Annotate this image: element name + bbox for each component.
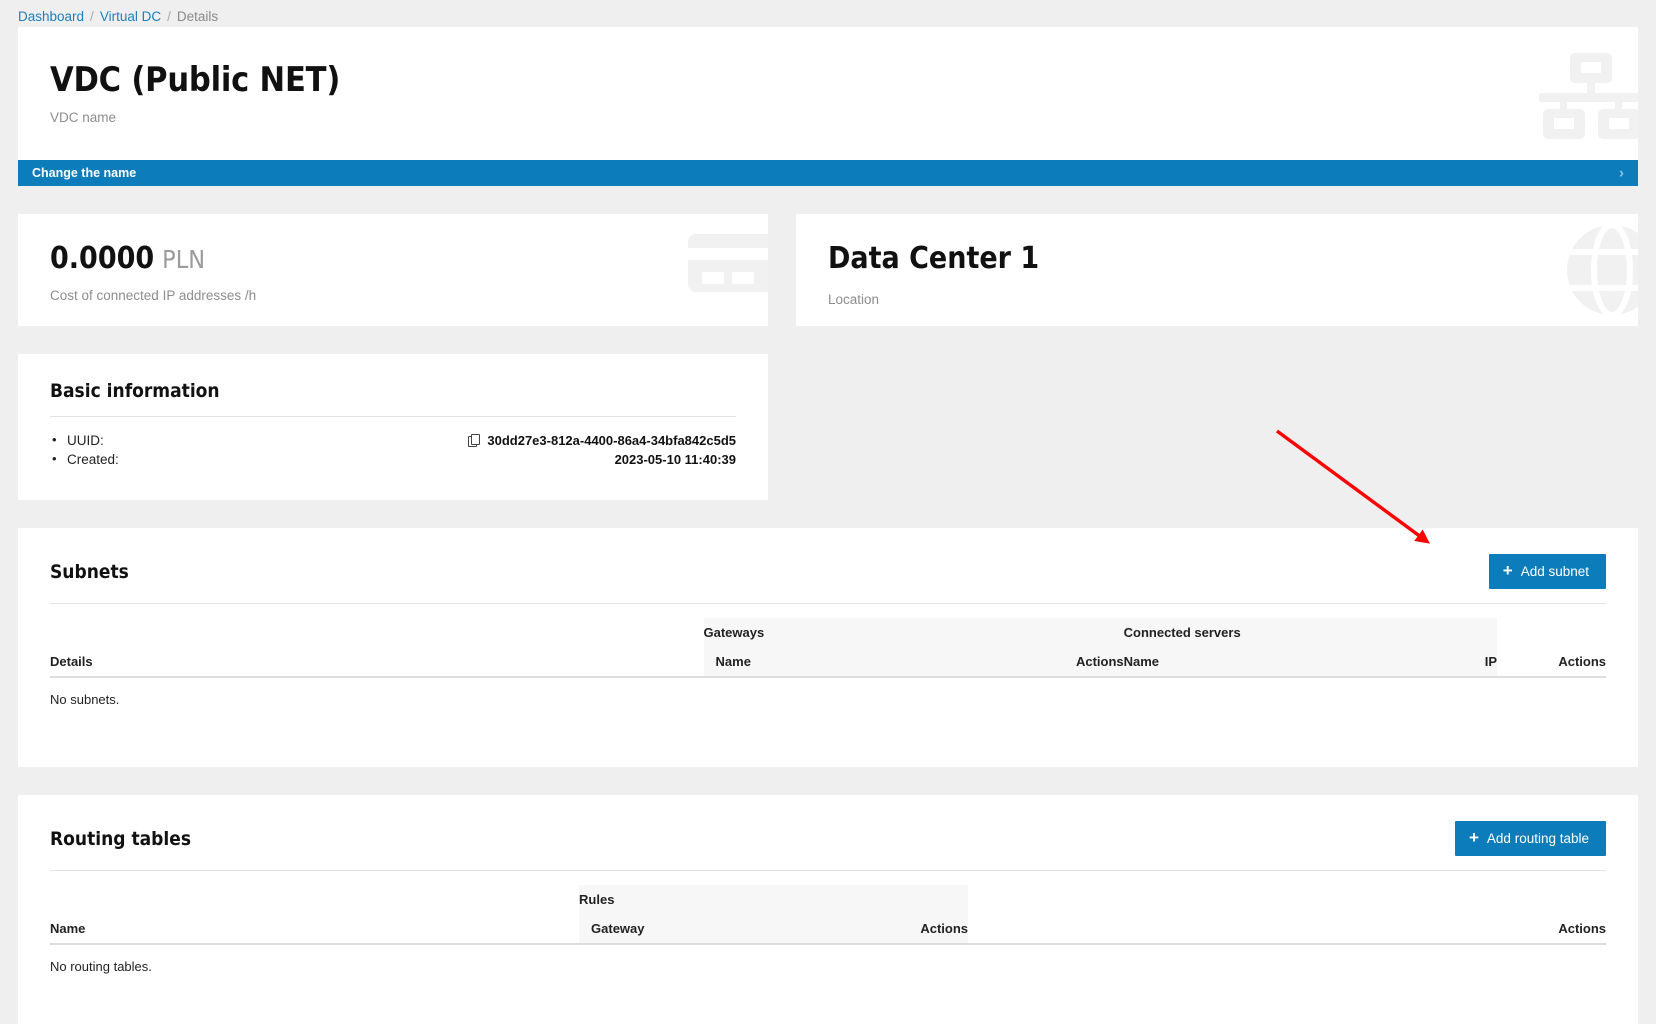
- table-row-empty: No subnets.: [50, 677, 1606, 721]
- breadcrumb-item-virtual-dc[interactable]: Virtual DC: [100, 9, 161, 24]
- sitemap-icon: [1536, 53, 1638, 144]
- basic-information-card: Basic information UUID: 30dd27e3-812a-44…: [18, 354, 768, 500]
- page-subtitle: VDC name: [50, 110, 117, 125]
- routing-tables-table: Rules Name Gateway Actions Actions No ro…: [50, 885, 1606, 988]
- page-content: VDC (Public NET) VDC name Change the nam…: [0, 27, 1656, 1024]
- routing-tables-title: Routing tables: [50, 827, 192, 850]
- breadcrumb: Dashboard / Virtual DC / Details: [0, 0, 1656, 27]
- subnets-title: Subnets: [50, 560, 129, 583]
- location-card: Data Center 1 Location: [796, 214, 1638, 326]
- col-rule-gateway: Gateway Actions: [579, 914, 969, 945]
- col-details: Details: [50, 647, 704, 678]
- uuid-value: 30dd27e3-812a-4400-86a4-34bfa842c5d5: [487, 433, 736, 448]
- cost-label: Cost of connected IP addresses /h: [50, 288, 257, 303]
- routing-group-header-row: Rules: [50, 885, 1606, 914]
- location-value: Data Center 1: [828, 241, 1040, 276]
- subnets-header: Subnets + Add subnet: [50, 554, 1606, 589]
- panel-footer-spacer: [50, 721, 1606, 767]
- list-item: Created: 2023-05-10 11:40:39: [50, 450, 736, 469]
- col-actions: Actions: [1497, 647, 1606, 678]
- cost-currency: PLN: [162, 245, 206, 274]
- add-subnet-label: Add subnet: [1520, 563, 1589, 579]
- vdc-header-card: VDC (Public NET) VDC name: [18, 27, 1638, 160]
- created-value: 2023-05-10 11:40:39: [614, 452, 736, 467]
- info-label: UUID:: [67, 433, 104, 448]
- basic-information-list: UUID: 30dd27e3-812a-4400-86a4-34bfa842c5…: [50, 431, 736, 469]
- group-header-gateways: Gateways: [703, 618, 1124, 647]
- page-title: VDC (Public NET): [50, 60, 341, 100]
- change-name-bar[interactable]: Change the name ›: [18, 160, 1638, 186]
- breadcrumb-item-details: Details: [176, 9, 219, 24]
- stats-row: 0.0000 PLN Cost of connected IP addresses…: [18, 214, 1638, 326]
- add-subnet-button[interactable]: + Add subnet: [1488, 554, 1606, 589]
- subnets-table: Gateways Connected servers Details Name …: [50, 618, 1606, 721]
- breadcrumb-item-dashboard[interactable]: Dashboard: [18, 9, 84, 24]
- credit-card-icon: [688, 228, 768, 317]
- col-rule-actions-label: Actions: [920, 921, 969, 936]
- subnets-column-header-row: Details Name Actions Name IP Actions: [50, 647, 1606, 678]
- cost-value-row: 0.0000 PLN: [50, 241, 736, 276]
- group-header-details: [50, 618, 704, 647]
- copy-icon[interactable]: [468, 434, 481, 447]
- col-name: Name: [50, 914, 580, 945]
- basic-information-title: Basic information: [50, 380, 220, 402]
- routing-column-header-row: Name Gateway Actions Actions: [50, 914, 1606, 945]
- table-row-empty: No routing tables.: [50, 944, 1606, 988]
- location-label: Location: [828, 292, 880, 307]
- col-gateway-actions-label: Actions: [1075, 654, 1124, 669]
- panel-footer-spacer: [50, 988, 1606, 1024]
- group-header-rules: Rules: [579, 885, 969, 914]
- globe-icon: [1564, 222, 1638, 323]
- plus-icon: +: [1502, 561, 1513, 580]
- divider: [50, 603, 1606, 604]
- list-item: UUID: 30dd27e3-812a-4400-86a4-34bfa842c5…: [50, 431, 736, 450]
- chevron-right-icon: ›: [1619, 164, 1624, 182]
- subnets-panel: Subnets + Add subnet Gateways Connected …: [18, 528, 1638, 767]
- col-rule-gateway-label: Gateway: [591, 921, 645, 936]
- col-server-name: Name IP: [1123, 647, 1498, 678]
- cost-card: 0.0000 PLN Cost of connected IP addresses…: [18, 214, 768, 326]
- info-label: Created:: [67, 452, 119, 467]
- subnets-empty-text: No subnets.: [50, 692, 120, 707]
- group-header-actions: [1497, 618, 1606, 647]
- col-server-name-label: Name: [1123, 654, 1160, 669]
- divider: [50, 416, 736, 417]
- routing-tables-empty-text: No routing tables.: [50, 959, 152, 974]
- change-name-label: Change the name: [32, 166, 137, 180]
- routing-tables-header: Routing tables + Add routing table: [50, 821, 1606, 856]
- cost-value: 0.0000: [50, 241, 155, 276]
- col-gateway-name: Name Actions: [703, 647, 1124, 678]
- add-routing-table-label: Add routing table: [1486, 830, 1589, 846]
- routing-tables-panel: Routing tables + Add routing table Rules…: [18, 795, 1638, 1024]
- group-header-actions: [968, 885, 1606, 914]
- col-actions: Actions: [968, 914, 1606, 945]
- add-routing-table-button[interactable]: + Add routing table: [1454, 821, 1606, 856]
- col-gateway-name-label: Name: [715, 654, 751, 669]
- group-header-connected-servers: Connected servers: [1123, 618, 1498, 647]
- info-value-uuid: 30dd27e3-812a-4400-86a4-34bfa842c5d5: [468, 433, 736, 448]
- group-header-name: [50, 885, 579, 914]
- divider: [50, 870, 1606, 871]
- subnets-group-header-row: Gateways Connected servers: [50, 618, 1606, 647]
- plus-icon: +: [1468, 828, 1479, 847]
- breadcrumb-separator: /: [167, 9, 171, 24]
- breadcrumb-separator: /: [90, 9, 94, 24]
- col-server-ip-label: IP: [1484, 654, 1498, 669]
